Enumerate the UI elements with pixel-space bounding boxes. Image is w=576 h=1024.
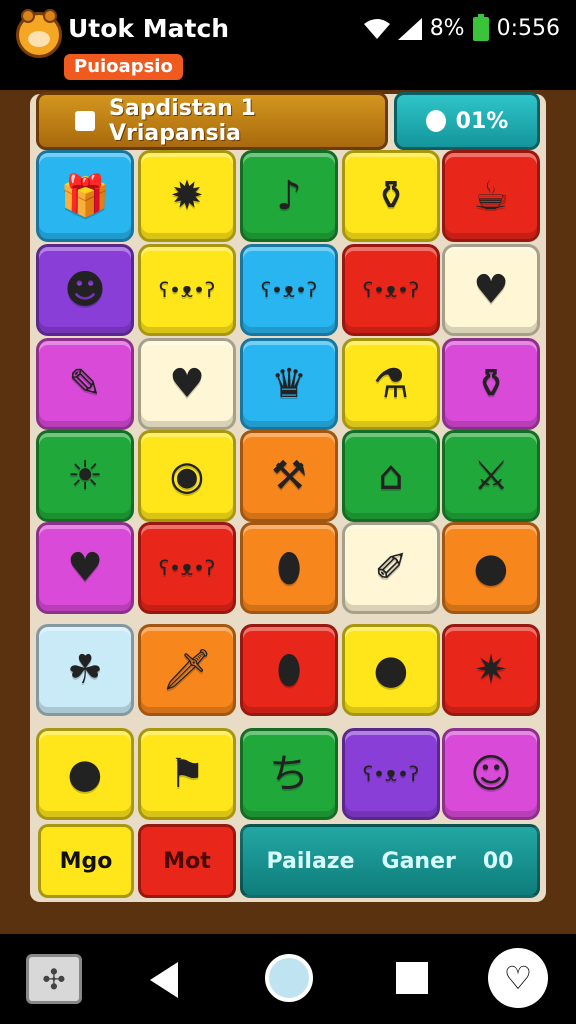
game-tile[interactable]: ♛ xyxy=(240,338,338,430)
battery-percent: 8% xyxy=(429,16,465,41)
progress-banner[interactable]: 01% xyxy=(394,92,540,150)
bag-icon xyxy=(75,111,95,131)
symbol-icon: ち xyxy=(269,751,309,797)
pause-button[interactable]: Pailaze xyxy=(266,849,354,874)
level-label: Sapdistan 1 Vriapansia xyxy=(109,96,256,146)
mgo-button[interactable]: Mgo xyxy=(38,824,134,898)
gamer-label: Ganer xyxy=(381,848,456,874)
heart-icon[interactable]: ♡ xyxy=(488,948,548,1008)
pot-icon: ⚗ xyxy=(373,361,409,407)
frog-icon: ☻ xyxy=(64,267,106,313)
game-tile[interactable]: ʕ•ᴥ•ʔ xyxy=(138,244,236,336)
game-tile[interactable]: 🎁 xyxy=(36,150,134,242)
game-tile[interactable]: ● xyxy=(36,728,134,820)
game-tile[interactable]: ☕ xyxy=(442,150,540,242)
back-icon[interactable] xyxy=(150,962,178,998)
polar-bear-icon: ʕ•ᴥ•ʔ xyxy=(260,278,318,302)
game-tile[interactable]: ☺ xyxy=(442,728,540,820)
game-tile[interactable]: ⚱ xyxy=(442,338,540,430)
game-tile[interactable]: ♥ xyxy=(442,244,540,336)
ghost-bear-icon: ʕ•ᴥ•ʔ xyxy=(362,762,420,786)
status-bar: 8% 0:556 xyxy=(363,13,560,41)
game-tile[interactable]: ⚗ xyxy=(342,338,440,430)
pen-icon: ✐ xyxy=(374,545,408,591)
star-icon: ✷ xyxy=(474,647,508,693)
score-value: 00 xyxy=(482,848,514,874)
balloon-icon: ⬮ xyxy=(276,545,302,591)
clock: 0:556 xyxy=(496,16,560,41)
balloon-icon: ● xyxy=(473,545,509,591)
game-tile[interactable]: ⌂ xyxy=(342,430,440,522)
game-tile[interactable]: ✐ xyxy=(342,522,440,614)
sword-icon: ⚔ xyxy=(473,453,509,499)
shield-icon: ♥ xyxy=(473,267,509,313)
level-banner: Sapdistan 1 Vriapansia xyxy=(36,92,388,150)
top-bar: Utok Match Puioapsio 8% 0:556 xyxy=(0,0,576,90)
tile-grid: 🎁 ✹ ♪ ⚱ ☕ ☻ ʕ•ᴥ•ʔ ʕ•ᴥ•ʔ ʕ•ᴥ•ʔ ♥ ✎ ♥ ♛ ⚗ ⚱ ☀ ◉ ⚒ ⌂ ⚔ ♥ ʕ•ᴥ•ʔ ⬮ ✐… xyxy=(36,150,540,822)
lime-icon: ● xyxy=(373,647,409,693)
wand-icon: ✎ xyxy=(68,361,102,407)
game-tile[interactable]: ● xyxy=(342,624,440,716)
subtitle-badge: Puioapsio xyxy=(64,54,183,80)
sun-icon: ☀ xyxy=(67,453,103,499)
game-tile[interactable]: ʕ•ᴥ•ʔ xyxy=(342,728,440,820)
mot-button[interactable]: Mot xyxy=(138,824,236,898)
heart-icon: ♥ xyxy=(67,545,103,591)
dagger-icon: 🗡 xyxy=(161,647,213,693)
signal-icon xyxy=(397,17,422,40)
gift-icon: 🎁 xyxy=(60,173,110,219)
game-tile[interactable]: ⚒ xyxy=(240,430,338,522)
bear-icon: ʕ•ᴥ•ʔ xyxy=(158,278,216,302)
game-tile[interactable]: ☘ xyxy=(36,624,134,716)
status-panel: Pailaze Ganer 00 xyxy=(240,824,540,898)
pig-icon: ʕ•ᴥ•ʔ xyxy=(158,556,216,580)
game-tile[interactable]: ✹ xyxy=(138,150,236,242)
recent-apps-icon[interactable] xyxy=(396,962,428,994)
app-title: Utok Match xyxy=(68,14,230,43)
game-tile[interactable]: 🗡 xyxy=(138,624,236,716)
game-tile[interactable]: ♥ xyxy=(138,338,236,430)
hammer-icon: ⚒ xyxy=(271,453,307,499)
balloon-icon: ● xyxy=(67,751,103,797)
polar-bear-icon: ʕ•ᴥ•ʔ xyxy=(362,278,420,302)
flag-icon: ⚑ xyxy=(169,751,205,797)
game-tile[interactable]: ち xyxy=(240,728,338,820)
game-tile[interactable]: ☻ xyxy=(36,244,134,336)
tombstone-icon: ⌂ xyxy=(378,453,404,499)
game-tile[interactable]: ♥ xyxy=(36,522,134,614)
game-tile[interactable]: ⚱ xyxy=(342,150,440,242)
donut-icon: ◉ xyxy=(169,453,205,499)
bottle-icon: ⚱ xyxy=(474,361,508,407)
cactus-icon: ☘ xyxy=(67,647,103,693)
note-icon: ♪ xyxy=(276,173,302,219)
game-tile[interactable]: ʕ•ᴥ•ʔ xyxy=(342,244,440,336)
progress-label: 01% xyxy=(455,108,509,134)
game-tile[interactable]: ✎ xyxy=(36,338,134,430)
game-tile[interactable]: ◉ xyxy=(138,430,236,522)
crown-icon: ♛ xyxy=(271,361,307,407)
heart-icon: ♥ xyxy=(169,361,205,407)
game-tile[interactable]: ⬮ xyxy=(240,522,338,614)
bear-logo-icon xyxy=(16,9,62,58)
flame-icon: ✹ xyxy=(170,173,204,219)
game-tile[interactable]: ♪ xyxy=(240,150,338,242)
balloon-icon: ⬮ xyxy=(276,647,302,693)
battery-icon xyxy=(472,13,489,41)
game-tile[interactable]: ʕ•ᴥ•ʔ xyxy=(138,522,236,614)
game-tile[interactable]: ⚔ xyxy=(442,430,540,522)
game-tile[interactable]: ʕ•ᴥ•ʔ xyxy=(240,244,338,336)
bunny-icon xyxy=(425,110,446,132)
game-tile[interactable]: ✷ xyxy=(442,624,540,716)
game-tile[interactable]: ● xyxy=(442,522,540,614)
game-tile[interactable]: ☀ xyxy=(36,430,134,522)
home-icon[interactable] xyxy=(265,954,313,1002)
cup-icon: ☕ xyxy=(473,173,509,219)
system-nav-bar: ✣ ♡ xyxy=(0,934,576,1024)
game-tile[interactable]: ⬮ xyxy=(240,624,338,716)
game-tile[interactable]: ⚑ xyxy=(138,728,236,820)
puzzle-icon[interactable]: ✣ xyxy=(26,954,82,1004)
jar-icon: ⚱ xyxy=(374,173,408,219)
wifi-icon xyxy=(363,18,390,39)
smiley-icon: ☺ xyxy=(470,751,512,797)
